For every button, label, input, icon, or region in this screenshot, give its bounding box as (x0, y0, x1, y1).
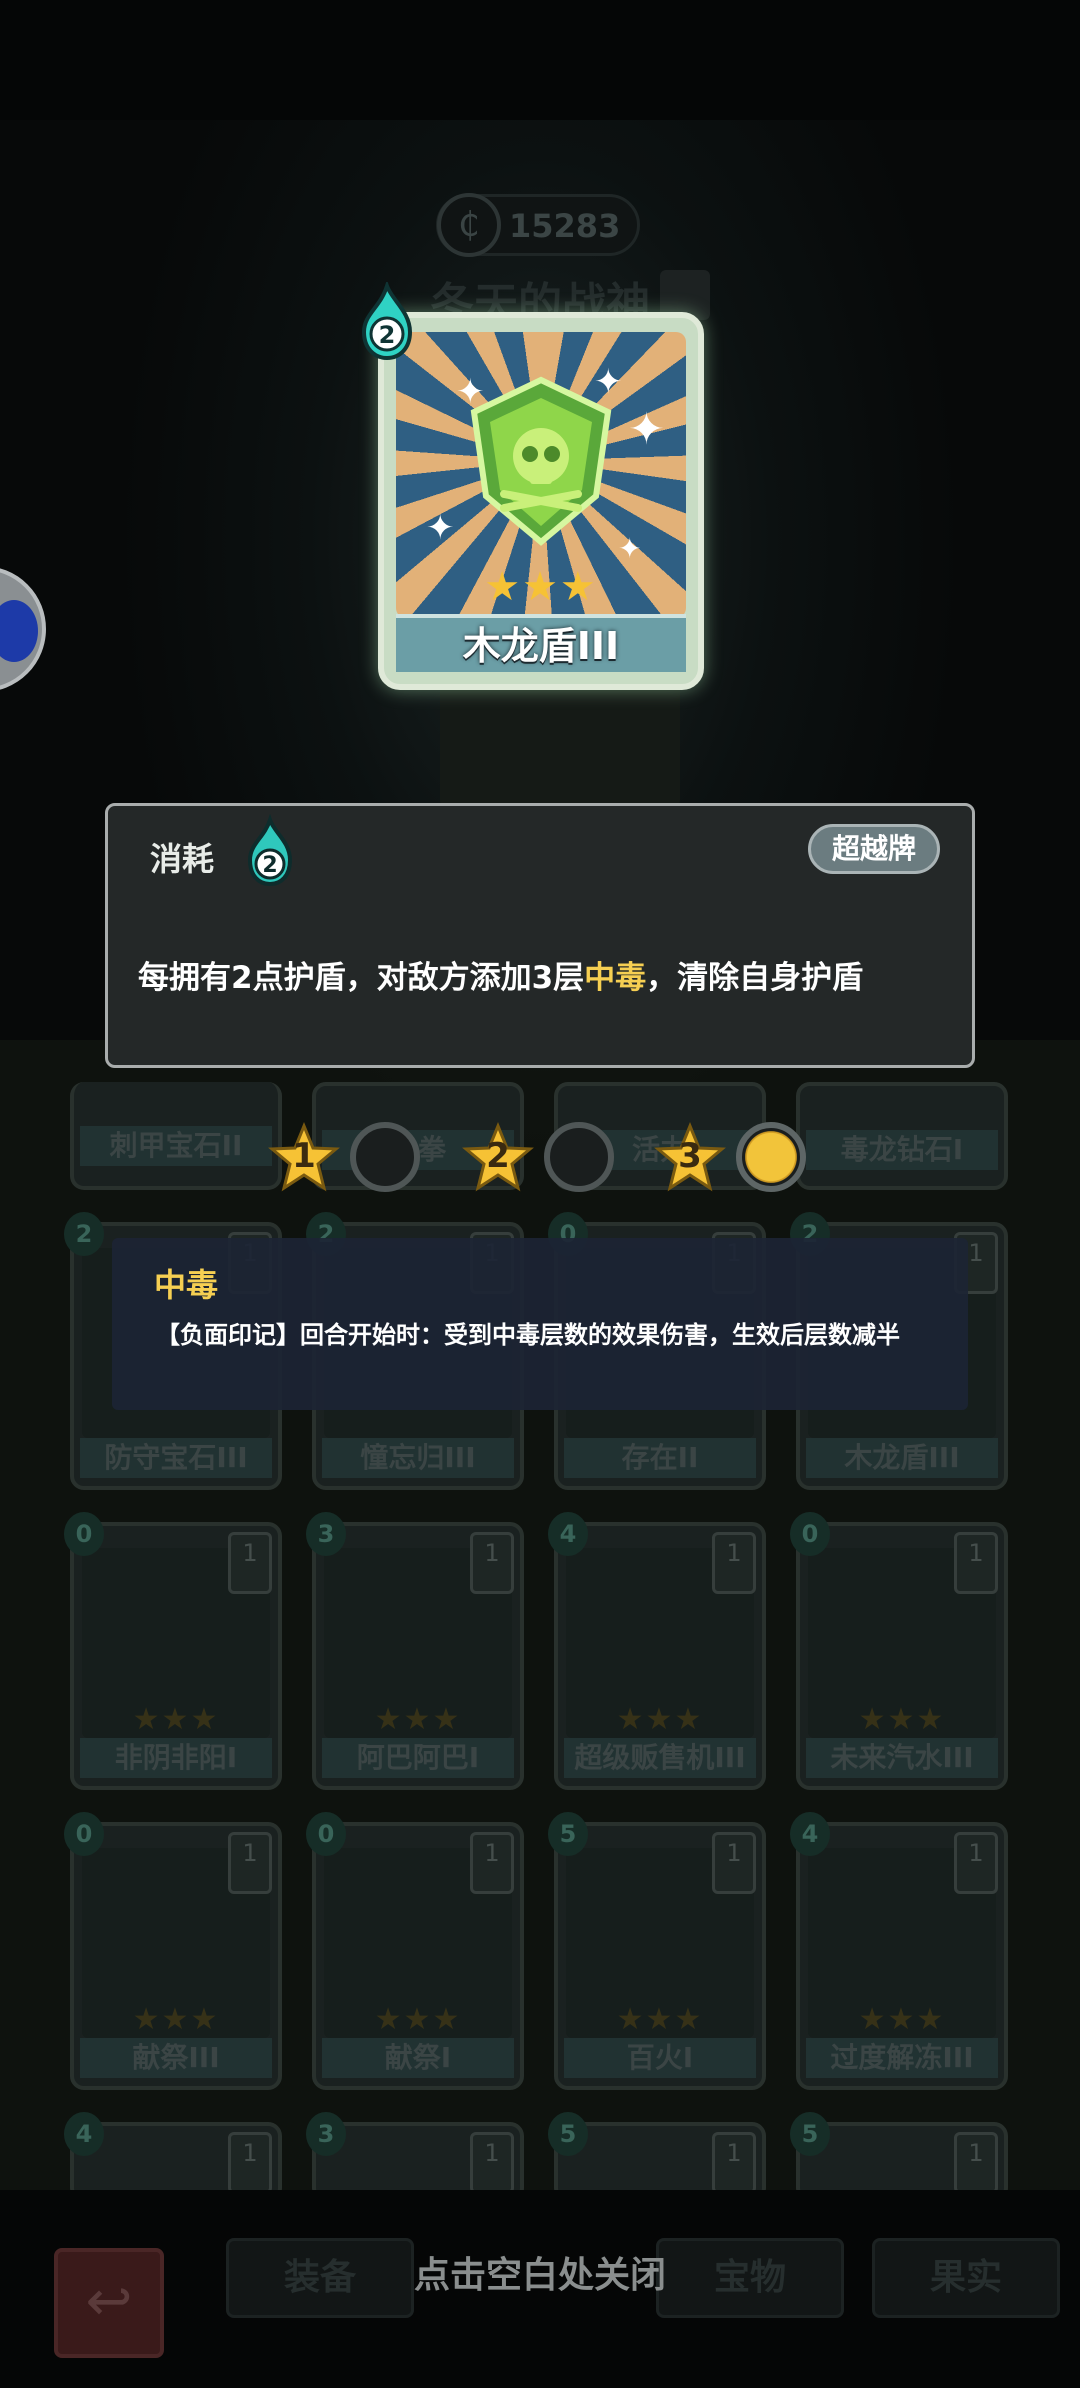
collection-card-name: 防守宝石III (80, 1438, 272, 1478)
desc-text: ，清除自身护盾 (646, 960, 864, 996)
collection-card[interactable]: 毒龙钻石I (796, 1082, 1008, 1190)
card-art: ✦ ✦ ✦ ✦ ✦ ★★★ (396, 332, 686, 618)
collection-card-name: 过度解冻III (806, 2038, 998, 2078)
collection-card[interactable]: ★★★ 0 1 献祭I (306, 1812, 524, 2090)
game-screen[interactable]: ₵ 15283 冬天的战神 ✦ ✦ ✦ ✦ ✦ ★★★ 木龙盾III 2 消耗 … (0, 0, 1080, 2388)
card-level: 1 (470, 1532, 514, 1594)
collection-card-name: 阿巴阿巴I (322, 1738, 514, 1778)
card-cost: 5 (548, 1812, 588, 1856)
level-1-star[interactable]: 1 (268, 1122, 340, 1194)
card-level: 1 (470, 1832, 514, 1894)
card-level: 1 (712, 2132, 756, 2194)
cost-label: 消耗 (150, 840, 215, 878)
sparkle-icon: ✦ (618, 532, 642, 565)
tooltip-text: 【负面印记】回合开始时：受到中毒层数的效果伤害，生效后层数减半 (156, 1321, 900, 1349)
collection-card-name: 未来汽水III (806, 1738, 998, 1778)
card-level: 1 (954, 1832, 998, 1894)
card-stars: ★★★ (374, 1702, 462, 1737)
card-cost: 4 (548, 1512, 588, 1556)
level-2-star[interactable]: 2 (462, 1122, 534, 1194)
card-stars: ★★★ (374, 2002, 462, 2037)
collection-card-name: 存在II (564, 1438, 756, 1478)
card-stars: ★★★ (858, 2002, 946, 2037)
card-cost: 4 (790, 1812, 830, 1856)
card-description: 每拥有2点护盾，对敌方添加3层中毒，清除自身护盾 (138, 952, 863, 997)
card-level: 1 (470, 2132, 514, 2194)
side-drawer-icon (0, 600, 38, 662)
card-cost: 0 (64, 1512, 104, 1556)
level-3-indicator[interactable] (736, 1122, 806, 1192)
level-number: 2 (486, 1136, 510, 1176)
collection-card[interactable]: ★★★ 0 1 非阴非阳I (64, 1512, 282, 1790)
collection-card[interactable]: ★★★ 3 1 阿巴阿巴I (306, 1512, 524, 1790)
card-info-panel: 消耗 2 超越牌 每拥有2点护盾，对敌方添加3层中毒，清除自身护盾 (105, 803, 975, 1068)
card-stars: ★★★ (858, 1702, 946, 1737)
collection-card[interactable]: ★★★ 0 1 未来汽水III (790, 1512, 1008, 1790)
card-cost: 0 (790, 1512, 830, 1556)
collection-card-name: 毒龙钻石I (806, 1130, 998, 1170)
energy-cost-icon: 2 (361, 282, 413, 361)
collection-card-name: 憧忘归III (322, 1438, 514, 1478)
card-level: 1 (228, 2132, 272, 2194)
collection-card-name: 献祭I (322, 2038, 514, 2078)
level-number: 1 (292, 1136, 316, 1176)
level-3-star[interactable]: 3 (654, 1122, 726, 1194)
card-level: 1 (712, 1532, 756, 1594)
collection-card-name: 木龙盾III (806, 1438, 998, 1478)
card-name: 木龙盾III (396, 614, 686, 672)
currency-value: 15283 (509, 207, 621, 245)
close-hint[interactable]: 点击空白处关闭 (0, 2246, 1080, 2298)
card-level: 1 (228, 1832, 272, 1894)
cost-value: 2 (262, 853, 277, 878)
desc-text: 每拥有2点护盾，对敌方添加3层 (138, 960, 585, 996)
card-cost: 3 (306, 1512, 346, 1556)
poison-keyword[interactable]: 中毒 (584, 960, 646, 996)
card-level: 1 (954, 2132, 998, 2194)
level-2-indicator[interactable] (544, 1122, 614, 1192)
card-cost: 4 (64, 2112, 104, 2156)
sparkle-icon: ✦ (594, 362, 623, 402)
energy-cost-icon: 2 (247, 814, 293, 887)
collection-card[interactable]: ★★★ 0 1 献祭III (64, 1812, 282, 2090)
card-cost: 5 (790, 2112, 830, 2156)
card-stars: ★★★ (616, 2002, 704, 2037)
level-number: 3 (678, 1136, 702, 1176)
collection-card[interactable]: ★★★ 4 1 超级贩售机III (548, 1512, 766, 1790)
sparkle-icon: ✦ (426, 508, 455, 548)
selected-card: ✦ ✦ ✦ ✦ ✦ ★★★ 木龙盾III (378, 312, 704, 690)
card-stars: ★★★ (484, 564, 598, 610)
card-stars: ★★★ (132, 2002, 220, 2037)
collection-card[interactable]: ★★★ 5 1 百火I (548, 1812, 766, 2090)
collection-card-name: 刺甲宝石II (80, 1126, 272, 1166)
card-cost-value: 2 (379, 321, 396, 349)
card-cost: 5 (548, 2112, 588, 2156)
collection-card-name: 超级贩售机III (564, 1738, 756, 1778)
tooltip-title: 中毒 (154, 1266, 219, 1304)
card-cost: 3 (306, 2112, 346, 2156)
transcend-badge[interactable]: 超越牌 (808, 824, 940, 874)
coin-icon: ₵ (437, 193, 501, 257)
card-stars: ★★★ (616, 1702, 704, 1737)
collection-card-name: 百火I (564, 2038, 756, 2078)
level-1-indicator[interactable] (350, 1122, 420, 1192)
currency-display: ₵ 15283 (436, 193, 640, 257)
sparkle-icon: ✦ (628, 404, 665, 455)
collection-card[interactable]: 刺甲宝石II (70, 1082, 282, 1190)
collection-card-name: 献祭III (80, 2038, 272, 2078)
card-level: 1 (954, 1532, 998, 1594)
sparkle-icon: ✦ (456, 372, 485, 412)
collection-card-name: 非阴非阳I (80, 1738, 272, 1778)
card-stars: ★★★ (132, 1702, 220, 1737)
card-cost: 2 (64, 1212, 104, 1256)
card-cost: 0 (64, 1812, 104, 1856)
card-cost: 0 (306, 1812, 346, 1856)
collection-card[interactable]: ★★★ 4 1 过度解冻III (790, 1812, 1008, 2090)
card-level: 1 (712, 1832, 756, 1894)
card-level: 1 (228, 1532, 272, 1594)
keyword-tooltip: 中毒 【负面印记】回合开始时：受到中毒层数的效果伤害，生效后层数减半 (112, 1238, 968, 1410)
poison-shield-icon (470, 376, 612, 546)
